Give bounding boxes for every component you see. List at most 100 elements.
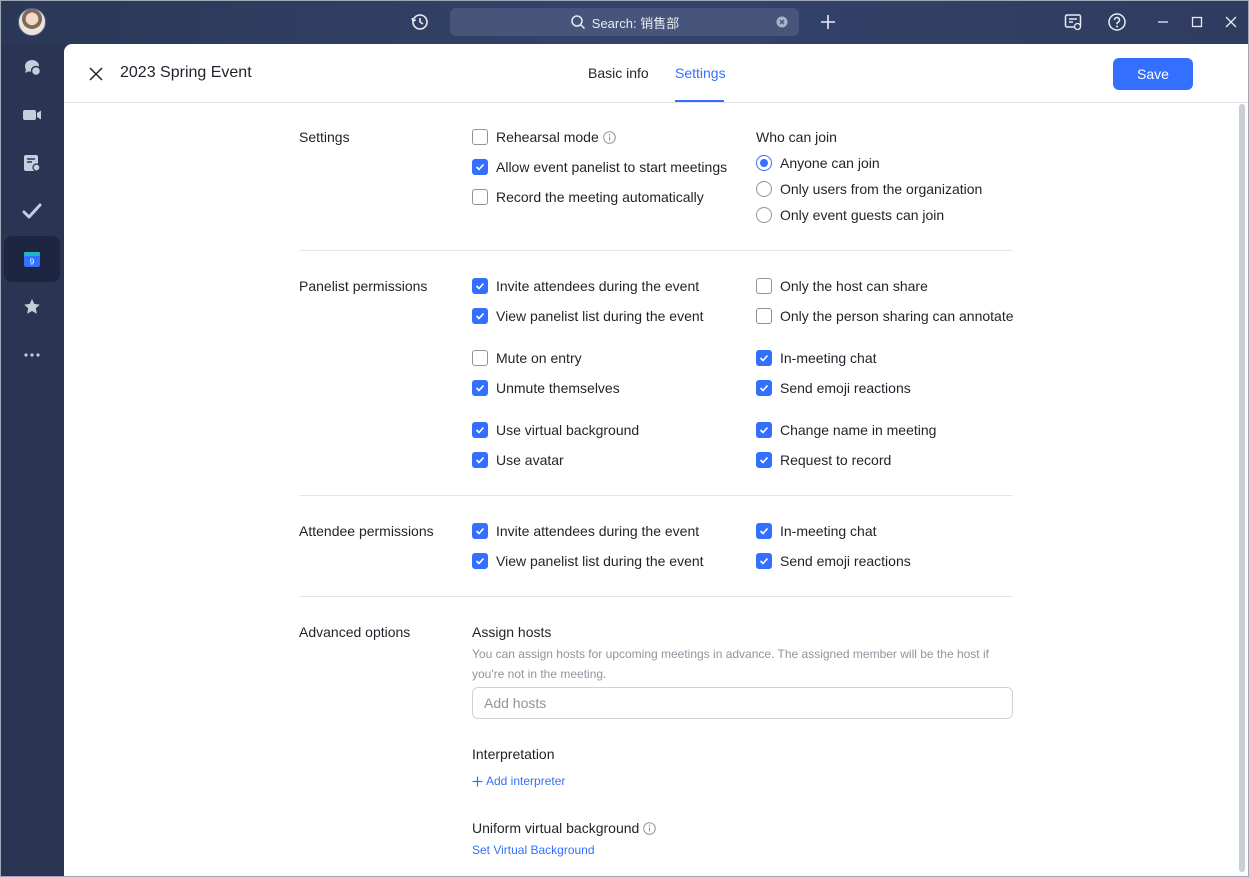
option-label: In-meeting chat xyxy=(780,350,877,366)
panelist-unmute-themselves[interactable]: Unmute themselves xyxy=(472,380,620,396)
save-button[interactable]: Save xyxy=(1113,58,1193,90)
tab-basic-info[interactable]: Basic info xyxy=(588,65,649,81)
plus-icon xyxy=(472,776,483,787)
option-label: Record the meeting automatically xyxy=(496,189,704,205)
add-hosts-input[interactable] xyxy=(472,687,1013,719)
checkbox[interactable] xyxy=(472,452,488,468)
panelist-only-sharer-annotate[interactable]: Only the person sharing can annotate xyxy=(756,308,1014,324)
checkbox[interactable] xyxy=(472,350,488,366)
notification-center-icon[interactable] xyxy=(1061,10,1085,34)
left-navigation-rail: 9 xyxy=(0,44,64,877)
option-label: Rehearsal mode xyxy=(496,129,599,145)
svg-text:9: 9 xyxy=(30,258,35,267)
info-icon[interactable] xyxy=(643,821,657,835)
panelist-request-to-record[interactable]: Request to record xyxy=(756,452,891,468)
history-icon[interactable] xyxy=(408,10,432,34)
option-label: Allow event panelist to start meetings xyxy=(496,159,728,175)
radio-only-organization[interactable]: Only users from the organization xyxy=(756,181,982,197)
video-meeting-icon[interactable] xyxy=(4,92,60,138)
radio-button[interactable] xyxy=(756,207,772,223)
section-divider xyxy=(299,596,1013,597)
more-icon[interactable] xyxy=(4,332,60,378)
section-label-attendee-permissions: Attendee permissions xyxy=(299,523,434,539)
checkbox[interactable] xyxy=(756,523,772,539)
search-input[interactable]: Search: 销售部 xyxy=(450,8,799,36)
panelist-invite-attendees[interactable]: Invite attendees during the event xyxy=(472,278,699,294)
checkbox[interactable] xyxy=(472,308,488,324)
option-label: Use virtual background xyxy=(496,422,640,438)
checkbox[interactable] xyxy=(472,189,488,205)
radio-anyone-can-join[interactable]: Anyone can join xyxy=(756,155,880,171)
option-record-automatically[interactable]: Record the meeting automatically xyxy=(472,189,704,205)
checkbox[interactable] xyxy=(472,422,488,438)
tasks-check-icon[interactable] xyxy=(4,188,60,234)
docs-icon[interactable] xyxy=(4,140,60,186)
option-label: Send emoji reactions xyxy=(780,553,911,569)
radio-button[interactable] xyxy=(756,155,772,171)
attendee-view-panelist-list[interactable]: View panelist list during the event xyxy=(472,553,704,569)
info-icon[interactable] xyxy=(602,130,616,144)
checkbox[interactable] xyxy=(756,380,772,396)
close-window-icon[interactable] xyxy=(1219,10,1243,34)
checkbox[interactable] xyxy=(756,422,772,438)
event-settings-panel: 2023 Spring Event Basic info Settings Sa… xyxy=(64,44,1249,877)
uniform-bg-label: Uniform virtual background xyxy=(472,820,640,836)
panelist-use-avatar[interactable]: Use avatar xyxy=(472,452,564,468)
add-interpreter-link[interactable]: Add interpreter xyxy=(472,774,565,788)
option-label: Only users from the organization xyxy=(780,181,983,197)
checkbox[interactable] xyxy=(756,278,772,294)
add-interpreter-label: Add interpreter xyxy=(486,774,566,788)
checkbox[interactable] xyxy=(756,553,772,569)
option-label: Anyone can join xyxy=(780,155,880,171)
messenger-icon[interactable] xyxy=(4,44,60,90)
scrollbar[interactable] xyxy=(1239,104,1245,872)
new-plus-icon[interactable] xyxy=(816,10,840,34)
panelist-view-panelist-list[interactable]: View panelist list during the event xyxy=(472,308,704,324)
checkbox[interactable] xyxy=(472,553,488,569)
section-label-settings: Settings xyxy=(299,129,350,145)
tab-settings[interactable]: Settings xyxy=(675,65,726,81)
radio-button[interactable] xyxy=(756,181,772,197)
checkbox[interactable] xyxy=(472,159,488,175)
calendar-icon[interactable]: 9 xyxy=(4,236,60,282)
attendee-send-emoji-reactions[interactable]: Send emoji reactions xyxy=(756,553,911,569)
set-virtual-background-link[interactable]: Set Virtual Background xyxy=(472,843,595,857)
option-allow-panelist-start[interactable]: Allow event panelist to start meetings xyxy=(472,159,727,175)
option-label: Only the host can share xyxy=(780,278,928,294)
minimize-icon[interactable] xyxy=(1151,10,1175,34)
option-label: Invite attendees during the event xyxy=(496,523,700,539)
checkbox[interactable] xyxy=(756,452,772,468)
panelist-in-meeting-chat[interactable]: In-meeting chat xyxy=(756,350,877,366)
section-divider xyxy=(299,495,1013,496)
active-tab-indicator xyxy=(675,100,724,102)
uniform-virtual-background-title: Uniform virtual background xyxy=(472,820,657,836)
help-icon[interactable] xyxy=(1105,10,1129,34)
checkbox[interactable] xyxy=(472,380,488,396)
checkbox[interactable] xyxy=(472,129,488,145)
panelist-send-emoji-reactions[interactable]: Send emoji reactions xyxy=(756,380,911,396)
attendee-invite-attendees[interactable]: Invite attendees during the event xyxy=(472,523,699,539)
checkbox[interactable] xyxy=(472,278,488,294)
option-rehearsal-mode[interactable]: Rehearsal mode xyxy=(472,129,616,145)
settings-content: Settings Rehearsal mode Allow event pane… xyxy=(64,104,1239,877)
attendee-in-meeting-chat[interactable]: In-meeting chat xyxy=(756,523,877,539)
close-icon[interactable] xyxy=(86,64,106,84)
option-label: Only the person sharing can annotate xyxy=(780,308,1014,324)
section-label-advanced-options: Advanced options xyxy=(299,624,411,640)
who-can-join-label: Who can join xyxy=(756,129,837,145)
avatar[interactable] xyxy=(18,8,46,36)
panelist-change-name[interactable]: Change name in meeting xyxy=(756,422,936,438)
clear-search-icon[interactable] xyxy=(775,15,789,29)
option-label: Invite attendees during the event xyxy=(496,278,700,294)
radio-only-event-guests[interactable]: Only event guests can join xyxy=(756,207,944,223)
checkbox[interactable] xyxy=(756,308,772,324)
option-label: View panelist list during the event xyxy=(496,553,704,569)
panelist-use-virtual-background[interactable]: Use virtual background xyxy=(472,422,639,438)
checkbox[interactable] xyxy=(472,523,488,539)
panelist-only-host-share[interactable]: Only the host can share xyxy=(756,278,928,294)
maximize-icon[interactable] xyxy=(1185,10,1209,34)
panelist-mute-on-entry[interactable]: Mute on entry xyxy=(472,350,582,366)
checkbox[interactable] xyxy=(756,350,772,366)
favorites-star-icon[interactable] xyxy=(4,284,60,330)
panel-header: 2023 Spring Event Basic info Settings Sa… xyxy=(64,44,1249,103)
